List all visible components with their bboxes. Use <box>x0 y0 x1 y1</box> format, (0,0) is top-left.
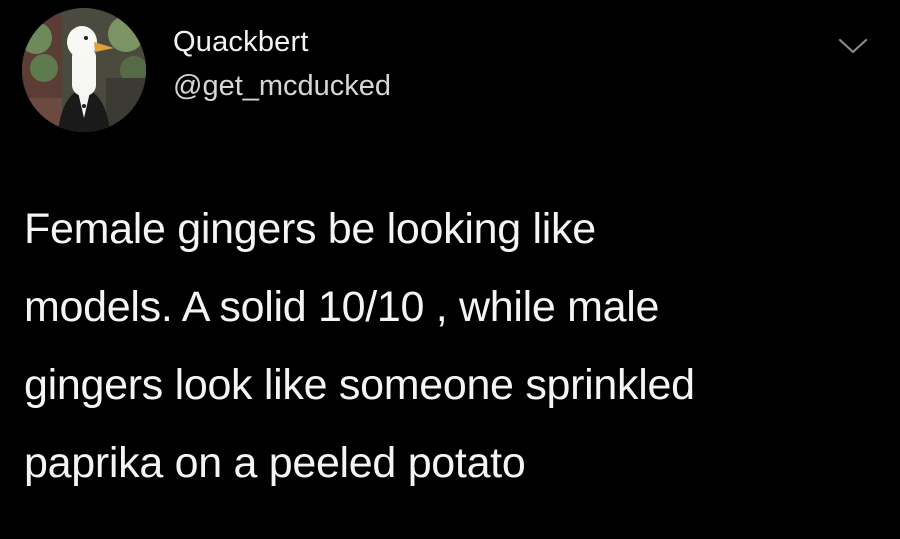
duck-in-suit-avatar-icon <box>22 8 146 132</box>
tweet-text: Female gingers be looking like models. A… <box>24 190 864 502</box>
tweet-card: Quackbert @get_mcducked Female gingers b… <box>0 0 900 539</box>
tweet-text-line: Female gingers be looking like <box>24 205 596 253</box>
tweet-text-line: paprika on a peeled potato <box>24 439 526 487</box>
tweet-text-line: gingers look like someone sprinkled <box>24 361 695 409</box>
author-display-name[interactable]: Quackbert <box>173 26 309 59</box>
tweet-text-line: models. A solid 10/10 , while male <box>24 283 660 331</box>
author-avatar[interactable] <box>22 8 146 132</box>
chevron-down-icon[interactable] <box>836 34 870 58</box>
author-handle[interactable]: @get_mcducked <box>173 70 391 103</box>
